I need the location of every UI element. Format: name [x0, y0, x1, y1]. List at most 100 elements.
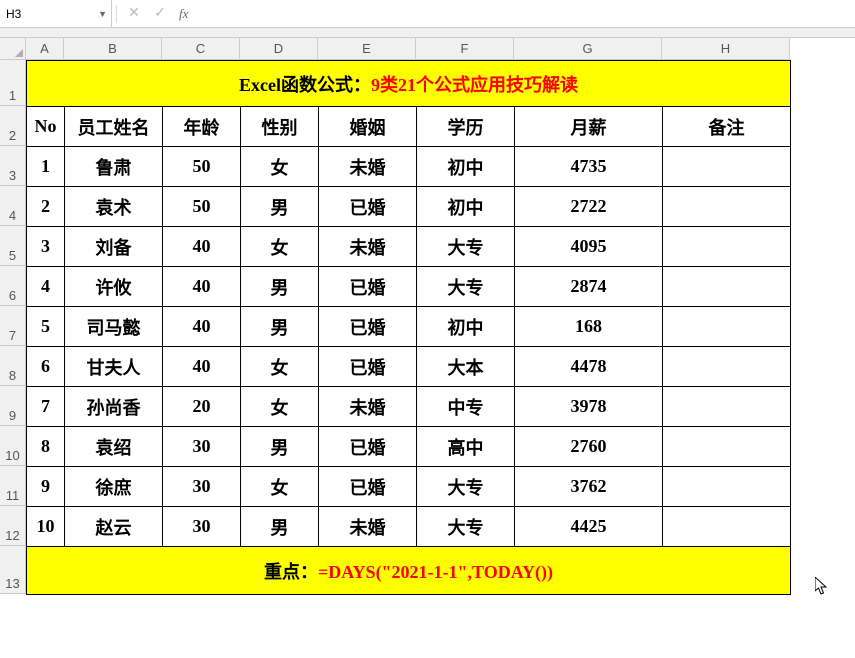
data-cell[interactable]: 4478 — [515, 347, 663, 387]
data-cell[interactable]: 2722 — [515, 187, 663, 227]
data-cell[interactable]: 3978 — [515, 387, 663, 427]
data-cell[interactable]: 4 — [27, 267, 65, 307]
column-header-A[interactable]: A — [26, 38, 64, 60]
data-cell[interactable]: 2874 — [515, 267, 663, 307]
data-cell[interactable]: 已婚 — [319, 347, 417, 387]
data-cell[interactable]: 40 — [163, 347, 241, 387]
column-header-C[interactable]: C — [162, 38, 240, 60]
data-cell[interactable]: 4735 — [515, 147, 663, 187]
select-all-corner[interactable] — [0, 38, 26, 60]
data-cell[interactable]: 30 — [163, 507, 241, 547]
fx-icon[interactable]: fx — [173, 6, 194, 22]
data-cell[interactable]: 2 — [27, 187, 65, 227]
header-cell[interactable]: 月薪 — [515, 107, 663, 147]
data-cell[interactable]: 50 — [163, 187, 241, 227]
data-cell[interactable]: 已婚 — [319, 187, 417, 227]
row-header-6[interactable]: 6 — [0, 266, 26, 306]
column-header-D[interactable]: D — [240, 38, 318, 60]
header-cell[interactable]: 性别 — [241, 107, 319, 147]
formula-input[interactable] — [194, 0, 855, 27]
data-cell[interactable]: 孙尚香 — [65, 387, 163, 427]
data-cell[interactable]: 鲁肃 — [65, 147, 163, 187]
data-cell[interactable]: 女 — [241, 467, 319, 507]
data-cell[interactable]: 初中 — [417, 187, 515, 227]
data-cell[interactable]: 袁绍 — [65, 427, 163, 467]
data-cell[interactable]: 初中 — [417, 147, 515, 187]
data-cell[interactable]: 男 — [241, 187, 319, 227]
data-cell[interactable] — [663, 147, 791, 187]
data-cell[interactable]: 8 — [27, 427, 65, 467]
data-cell[interactable]: 2760 — [515, 427, 663, 467]
row-header-13[interactable]: 13 — [0, 546, 26, 594]
data-cell[interactable]: 已婚 — [319, 427, 417, 467]
data-cell[interactable]: 4095 — [515, 227, 663, 267]
row-header-1[interactable]: 1 — [0, 60, 26, 106]
data-cell[interactable]: 司马懿 — [65, 307, 163, 347]
data-cell[interactable]: 未婚 — [319, 507, 417, 547]
header-cell[interactable]: 婚姻 — [319, 107, 417, 147]
data-cell[interactable] — [663, 427, 791, 467]
header-cell[interactable]: 学历 — [417, 107, 515, 147]
data-cell[interactable]: 大专 — [417, 227, 515, 267]
row-header-4[interactable]: 4 — [0, 186, 26, 226]
row-header-12[interactable]: 12 — [0, 506, 26, 546]
data-cell[interactable] — [663, 507, 791, 547]
header-cell[interactable]: No — [27, 107, 65, 147]
data-cell[interactable]: 徐庶 — [65, 467, 163, 507]
header-cell[interactable]: 年龄 — [163, 107, 241, 147]
column-header-F[interactable]: F — [416, 38, 514, 60]
data-cell[interactable]: 10 — [27, 507, 65, 547]
data-cell[interactable]: 大本 — [417, 347, 515, 387]
data-cell[interactable]: 6 — [27, 347, 65, 387]
data-cell[interactable]: 赵云 — [65, 507, 163, 547]
data-cell[interactable]: 168 — [515, 307, 663, 347]
data-cell[interactable]: 未婚 — [319, 147, 417, 187]
data-cell[interactable]: 高中 — [417, 427, 515, 467]
column-header-B[interactable]: B — [64, 38, 162, 60]
data-cell[interactable]: 20 — [163, 387, 241, 427]
footer-cell[interactable]: 重点：=DAYS("2021-1-1",TODAY()) — [27, 547, 791, 595]
data-cell[interactable]: 3 — [27, 227, 65, 267]
data-cell[interactable]: 女 — [241, 147, 319, 187]
data-cell[interactable]: 女 — [241, 387, 319, 427]
data-cell[interactable]: 已婚 — [319, 307, 417, 347]
data-cell[interactable]: 大专 — [417, 467, 515, 507]
data-cell[interactable] — [663, 347, 791, 387]
dropdown-icon[interactable]: ▼ — [98, 9, 107, 19]
header-cell[interactable]: 备注 — [663, 107, 791, 147]
data-cell[interactable]: 40 — [163, 267, 241, 307]
data-cell[interactable]: 1 — [27, 147, 65, 187]
row-header-8[interactable]: 8 — [0, 346, 26, 386]
row-header-5[interactable]: 5 — [0, 226, 26, 266]
column-header-H[interactable]: H — [662, 38, 790, 60]
data-cell[interactable]: 30 — [163, 427, 241, 467]
data-cell[interactable]: 40 — [163, 227, 241, 267]
data-cell[interactable]: 已婚 — [319, 267, 417, 307]
data-cell[interactable]: 5 — [27, 307, 65, 347]
row-header-3[interactable]: 3 — [0, 146, 26, 186]
data-cell[interactable]: 50 — [163, 147, 241, 187]
data-cell[interactable] — [663, 307, 791, 347]
row-header-10[interactable]: 10 — [0, 426, 26, 466]
data-cell[interactable] — [663, 187, 791, 227]
data-cell[interactable] — [663, 227, 791, 267]
enter-icon[interactable]: ✓ — [147, 0, 173, 27]
data-cell[interactable]: 7 — [27, 387, 65, 427]
data-cell[interactable]: 3762 — [515, 467, 663, 507]
data-cell[interactable]: 大专 — [417, 507, 515, 547]
column-header-E[interactable]: E — [318, 38, 416, 60]
data-cell[interactable]: 男 — [241, 307, 319, 347]
data-cell[interactable] — [663, 387, 791, 427]
data-cell[interactable]: 40 — [163, 307, 241, 347]
row-header-9[interactable]: 9 — [0, 386, 26, 426]
data-cell[interactable]: 30 — [163, 467, 241, 507]
column-header-G[interactable]: G — [514, 38, 662, 60]
data-cell[interactable]: 男 — [241, 507, 319, 547]
data-cell[interactable]: 未婚 — [319, 227, 417, 267]
data-cell[interactable]: 女 — [241, 347, 319, 387]
row-header-2[interactable]: 2 — [0, 106, 26, 146]
title-cell[interactable]: Excel函数公式：9类21个公式应用技巧解读 — [27, 61, 791, 107]
data-cell[interactable]: 男 — [241, 427, 319, 467]
data-cell[interactable]: 中专 — [417, 387, 515, 427]
data-cell[interactable]: 许攸 — [65, 267, 163, 307]
